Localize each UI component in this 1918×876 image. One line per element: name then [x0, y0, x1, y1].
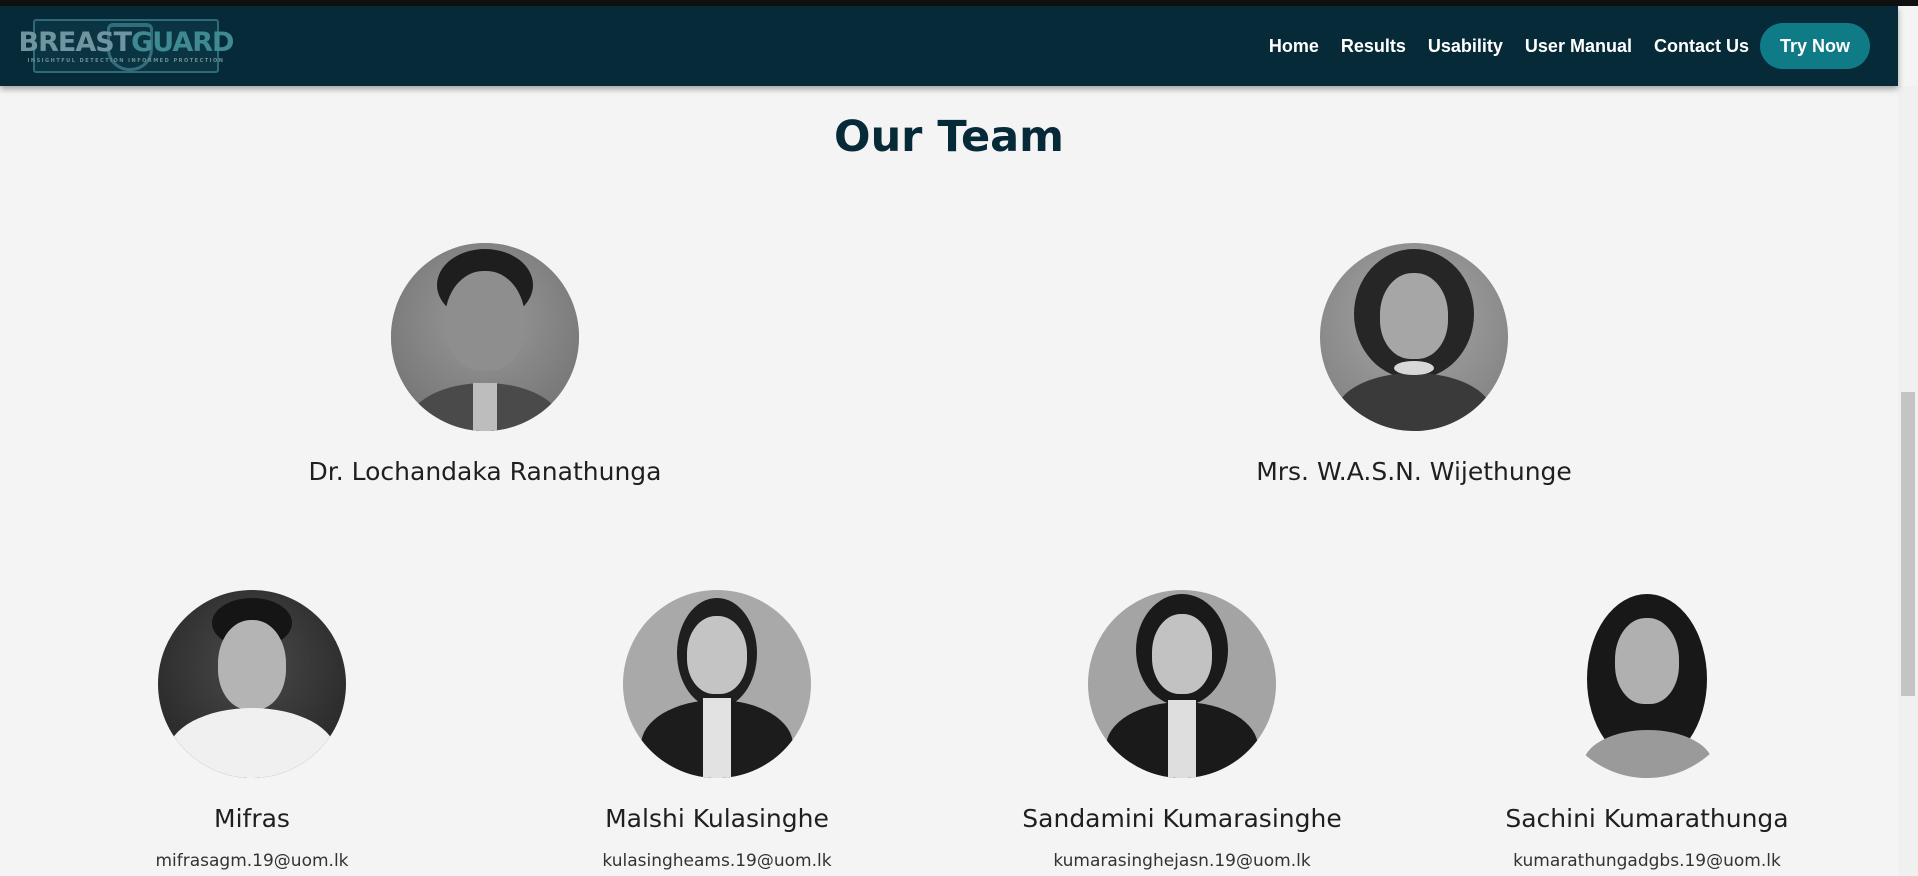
nav-home-link[interactable]: Home	[1269, 36, 1319, 57]
nav-results-link[interactable]: Results	[1341, 36, 1406, 57]
member-email[interactable]: kumarathungadgbs.19@uom.lk	[1513, 851, 1781, 871]
team-member-card: Sandamini Kumarasinghe kumarasinghejasn.…	[1022, 590, 1342, 871]
team-member-card: Mifras mifrasagm.19@uom.lk	[102, 590, 402, 871]
nav-usability-link[interactable]: Usability	[1428, 36, 1503, 57]
supervisor-card: Dr. Lochandaka Ranathunga	[309, 243, 662, 486]
member-photo	[623, 590, 811, 778]
section-title: Our Team	[834, 112, 1064, 162]
logo-tagline: INSIGHTFUL DETECTION INFORMED PROTECTION	[27, 58, 225, 64]
member-photo	[1553, 590, 1741, 778]
top-navbar: BREASTGUARD INSIGHTFUL DETECTION INFORME…	[0, 6, 1898, 86]
member-photo	[158, 590, 346, 778]
main-nav: Home Results Usability User Manual Conta…	[1247, 23, 1870, 69]
member-email[interactable]: mifrasagm.19@uom.lk	[155, 851, 348, 871]
member-name: Mifras	[214, 804, 290, 833]
nav-user-manual-link[interactable]: User Manual	[1525, 36, 1632, 57]
supervisor-name: Mrs. W.A.S.N. Wijethunge	[1256, 457, 1572, 486]
supervisor-photo	[1320, 243, 1508, 431]
member-email[interactable]: kulasingheams.19@uom.lk	[602, 851, 831, 871]
member-name: Sandamini Kumarasinghe	[1022, 804, 1342, 833]
scrollbar-thumb[interactable]	[1901, 392, 1915, 696]
page-scrollbar[interactable]	[1898, 86, 1918, 876]
logo-wordmark: BREASTGUARD	[18, 27, 235, 58]
supervisor-name: Dr. Lochandaka Ranathunga	[308, 457, 662, 486]
supervisor-photo	[391, 243, 579, 431]
member-email[interactable]: kumarasinghejasn.19@uom.lk	[1053, 851, 1310, 871]
supervisor-card: Mrs. W.A.S.N. Wijethunge	[1256, 243, 1572, 486]
member-name: Sachini Kumarathunga	[1505, 804, 1789, 833]
team-member-card: Malshi Kulasinghe kulasingheams.19@uom.l…	[567, 590, 867, 871]
nav-contact-us-link[interactable]: Contact Us	[1654, 36, 1749, 57]
member-photo	[1088, 590, 1276, 778]
team-member-card: Sachini Kumarathunga kumarathungadgbs.19…	[1497, 590, 1797, 871]
member-name: Malshi Kulasinghe	[605, 804, 829, 833]
try-now-button[interactable]: Try Now	[1759, 23, 1870, 69]
breastguard-logo[interactable]: BREASTGUARD INSIGHTFUL DETECTION INFORME…	[19, 19, 234, 73]
